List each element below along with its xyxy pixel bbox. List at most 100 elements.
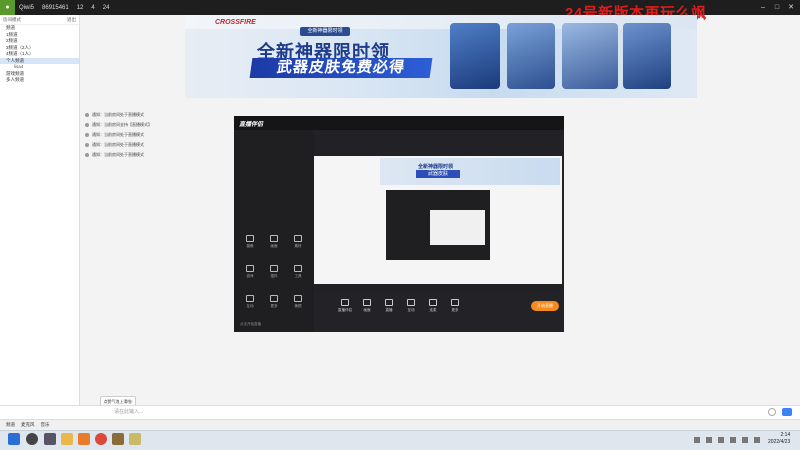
stream-app-header <box>234 116 564 130</box>
tool-scene[interactable]: 画面 <box>264 235 284 249</box>
tool-more[interactable]: 更多 <box>264 295 284 309</box>
maximize-icon[interactable]: □ <box>770 0 784 15</box>
app-logo-icon: ● <box>0 0 15 15</box>
status-mic[interactable]: 麦克风 <box>21 422 35 428</box>
tool-link-mic[interactable]: 连麦 <box>422 299 444 313</box>
status-channel[interactable]: 频道 <box>6 422 15 428</box>
chat-text: 通知：当前房间处于直播模式 <box>92 112 144 117</box>
notice-icon <box>85 113 89 117</box>
beauty-icon <box>294 295 302 302</box>
scene-icon <box>270 235 278 242</box>
send-icon[interactable] <box>782 408 792 416</box>
panel-header-label: 房间模式 <box>3 16 21 22</box>
nested-stream-preview <box>430 210 485 245</box>
camera-icon <box>246 235 254 242</box>
chat-text: 通知：当前房间处于直播模式 <box>92 142 144 147</box>
extra-icon <box>451 299 459 306</box>
notice-icon <box>85 133 89 137</box>
chat-messages: 通知：当前房间处于直播模式 通知：当前房间支持【直播模式】 通知：当前房间处于直… <box>85 110 245 160</box>
stream-left-panel: 摄像 画面 素材 游戏 插件 工具 互动 更多 美颜 点击开始直播 <box>234 130 314 332</box>
interact-icon <box>246 295 254 302</box>
mic-icon <box>429 299 437 306</box>
close-icon[interactable]: ✕ <box>784 0 798 15</box>
tool-camera[interactable]: 摄像 <box>240 235 260 249</box>
character-image <box>562 23 618 89</box>
interaction-icon <box>407 299 415 306</box>
tool-game[interactable]: 游戏 <box>240 265 260 279</box>
tray-icon[interactable] <box>730 437 736 443</box>
app-icon[interactable] <box>112 433 124 445</box>
nested-banner-title: 全新神器限时领 <box>418 164 454 170</box>
chat-message: 通知：当前房间处于直播模式 <box>85 110 245 120</box>
tool-plugin[interactable]: 插件 <box>264 265 284 279</box>
canvas-icon <box>363 299 371 306</box>
settings-icon[interactable] <box>768 408 776 416</box>
chat-message: 通知：当前房间支持【直播模式】 <box>85 120 245 130</box>
chat-input[interactable]: 请在此输入... <box>110 406 760 418</box>
channel-list-panel: 房间模式 退出 频道 1频道 2频道 3频道（2人） 4频道（1人） 个人频道 … <box>0 15 80 405</box>
nested-banner-subtitle: 武器皮肤 <box>416 170 460 178</box>
tool-media[interactable]: 素材 <box>288 235 308 249</box>
chrome-icon[interactable] <box>95 433 107 445</box>
weapon-card-image <box>623 23 671 89</box>
chat-text: 通知：当前房间处于直播模式 <box>92 152 144 157</box>
tool-canvas[interactable]: 画面 <box>356 299 378 313</box>
start-icon[interactable] <box>8 433 20 445</box>
tool-stream-companion[interactable]: 直播伴侣 <box>334 299 356 313</box>
file-explorer-icon[interactable] <box>61 433 73 445</box>
promo-banner[interactable]: CROSSFIRE 全新神器限时领 全新神器限时领 武器皮肤免费必得 <box>185 15 697 98</box>
channel-item[interactable]: 多人频道 <box>0 77 79 84</box>
network-icon[interactable] <box>754 437 760 443</box>
banner-tag: 全新神器限时领 <box>300 27 350 36</box>
media-icon <box>294 235 302 242</box>
tray-icon[interactable] <box>694 437 700 443</box>
tools-icon <box>294 265 302 272</box>
tool-live[interactable]: 直播 <box>378 299 400 313</box>
status-music[interactable]: 音乐 <box>41 422 50 428</box>
tray-icon[interactable] <box>718 437 724 443</box>
clock-time: 2:14 <box>780 432 791 438</box>
nested-banner: 全新神器限时领 武器皮肤 <box>380 158 560 185</box>
notice-icon <box>85 153 89 157</box>
chat-message: 通知：当前房间处于直播模式 <box>85 150 245 160</box>
status-bar: 频道 麦克风 音乐 <box>0 419 800 430</box>
tool-extra[interactable]: 更多 <box>444 299 466 313</box>
live-icon <box>385 299 393 306</box>
minimize-icon[interactable]: – <box>756 0 770 15</box>
notice-icon <box>85 123 89 127</box>
banner-top-strip <box>185 15 697 29</box>
app-icon[interactable] <box>78 433 90 445</box>
search-icon[interactable] <box>26 433 38 445</box>
chat-text: 通知：当前房间支持【直播模式】 <box>92 122 152 127</box>
clock-date: 2022/4/23 <box>768 439 791 445</box>
tool-beauty[interactable]: 美颜 <box>288 295 308 309</box>
tray-icon[interactable] <box>706 437 712 443</box>
channel-id: 86915461 <box>42 4 69 11</box>
banner-brand-logo: CROSSFIRE <box>215 19 256 26</box>
panel-exit-button[interactable]: 退出 <box>67 17 76 23</box>
tool-interaction[interactable]: 互动 <box>400 299 422 313</box>
weapon-card-image <box>507 23 555 89</box>
stat-b: 24 <box>102 4 110 11</box>
game-icon <box>246 265 254 272</box>
stream-app-logo: 直播伴侣 <box>239 122 264 128</box>
tool-interact[interactable]: 互动 <box>240 295 260 309</box>
online-count: 12 <box>76 4 84 11</box>
notice-icon <box>85 143 89 147</box>
weapon-card-image <box>450 23 500 89</box>
channel-name: Qiwi5 <box>19 4 35 11</box>
taskbar-clock[interactable]: 2:14 2022/4/23 <box>768 432 790 446</box>
companion-icon <box>341 299 349 306</box>
volume-icon[interactable] <box>742 437 748 443</box>
task-view-icon[interactable] <box>44 433 56 445</box>
app-icon[interactable] <box>129 433 141 445</box>
plugin-icon <box>270 265 278 272</box>
tool-tools[interactable]: 工具 <box>288 265 308 279</box>
more-icon <box>270 295 278 302</box>
chat-message: 通知：当前房间处于直播模式 <box>85 140 245 150</box>
panel-header: 房间模式 退出 <box>0 15 79 25</box>
start-live-button[interactable]: 开始直播 <box>531 301 559 311</box>
chat-message: 通知：当前房间处于直播模式 <box>85 130 245 140</box>
banner-subtitle: 武器皮肤免费必得 <box>249 58 433 78</box>
chat-text: 通知：当前房间处于直播模式 <box>92 132 144 137</box>
